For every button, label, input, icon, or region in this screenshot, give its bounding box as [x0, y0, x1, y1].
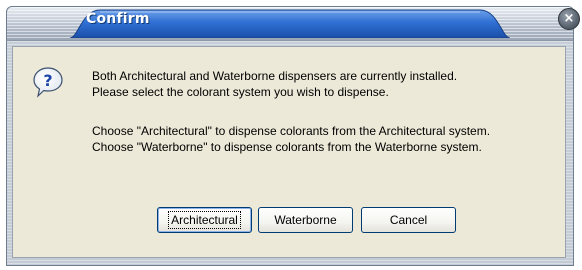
message-line-1: Both Architectural and Waterborne dispen… [92, 69, 458, 83]
architectural-button-label: Architectural [168, 211, 241, 229]
question-mark: ? [43, 71, 52, 90]
cancel-button[interactable]: Cancel [361, 207, 456, 233]
waterborne-button[interactable]: Waterborne [258, 207, 353, 233]
cancel-button-label: Cancel [389, 213, 428, 227]
architectural-button[interactable]: Architectural [157, 207, 252, 233]
message-line-4: Choose "Waterborne" to dispense colorant… [92, 140, 482, 154]
window-title: Confirm [86, 11, 150, 27]
confirm-dialog: Confirm × ? Both Architectural and Water… [0, 0, 582, 270]
message-line-2: Please select the colorant system you wi… [92, 85, 389, 99]
message-line-3: Choose "Architectural" to dispense color… [92, 124, 491, 138]
close-button[interactable]: × [558, 8, 580, 30]
waterborne-button-label: Waterborne [274, 213, 337, 227]
question-icon: ? [33, 67, 63, 98]
close-icon: × [563, 11, 575, 26]
